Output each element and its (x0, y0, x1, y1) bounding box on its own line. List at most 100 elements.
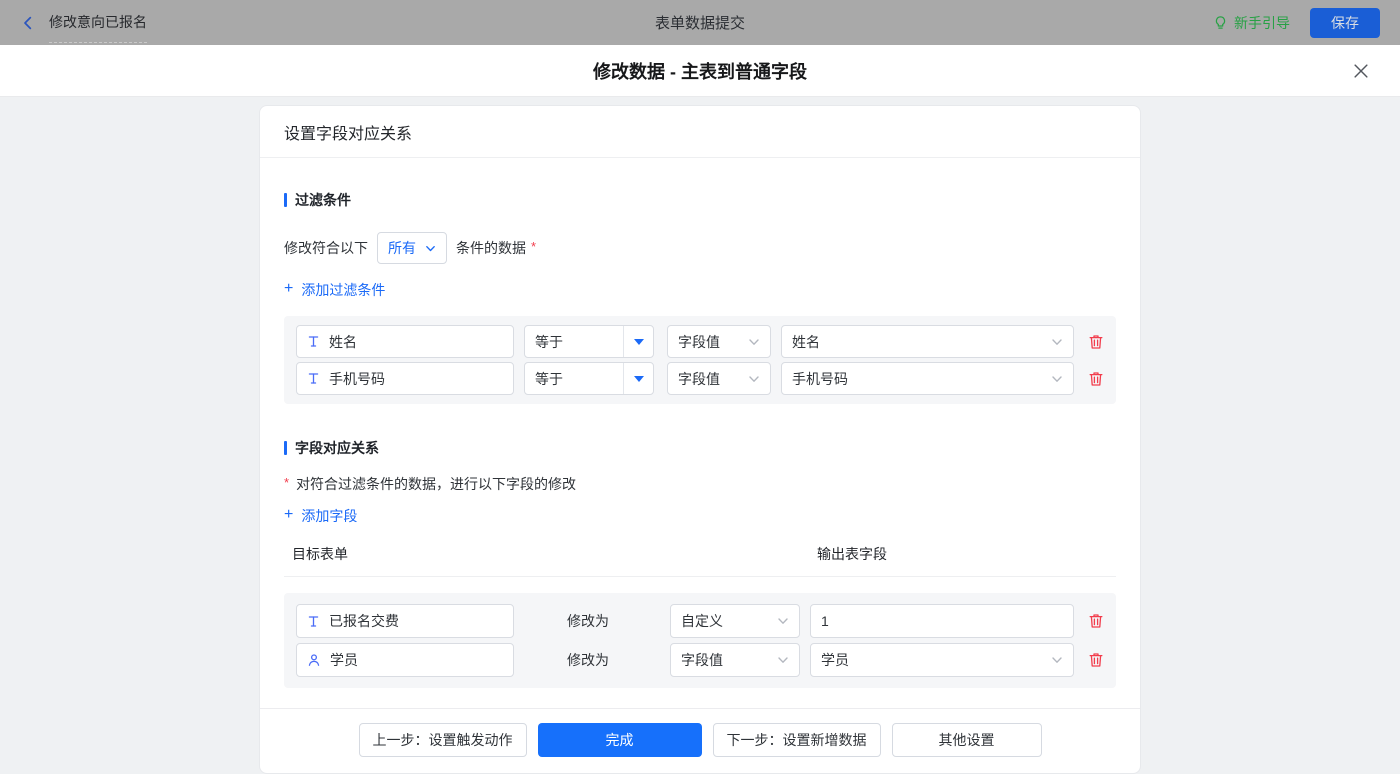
required-asterisk: * (531, 239, 536, 254)
filter-rows-panel: 姓名 等于 字段值 姓名 (284, 316, 1116, 404)
triangle-down-icon (634, 376, 644, 382)
plus-icon: + (284, 507, 293, 523)
beginner-guide-link[interactable]: 新手引导 (1213, 13, 1290, 33)
mapping-section-title: 字段对应关系 (284, 438, 1116, 458)
filter-row: 手机号码 等于 字段值 手机号码 (296, 362, 1104, 395)
workflow-title[interactable]: 修改意向已报名 (49, 12, 147, 43)
filter-valuetype-value: 字段值 (678, 332, 720, 352)
mapping-valuetype-select[interactable]: 自定义 (670, 604, 800, 638)
beginner-guide-label: 新手引导 (1234, 13, 1290, 33)
chevron-down-icon (748, 373, 760, 385)
mapping-rows-panel: 已报名交费 修改为 自定义 (284, 593, 1116, 688)
add-filter-condition-link[interactable]: + 添加过滤条件 (284, 280, 385, 300)
filter-field-input[interactable]: 姓名 (296, 325, 514, 358)
filter-field-input[interactable]: 手机号码 (296, 362, 514, 395)
filter-valuetype-value: 字段值 (678, 369, 720, 389)
filter-operator-value: 等于 (525, 326, 623, 357)
mapping-valuetype-value: 字段值 (681, 650, 723, 670)
mapping-description: 对符合过滤条件的数据，进行以下字段的修改 (296, 474, 576, 494)
filter-valuetype-select[interactable]: 字段值 (667, 325, 771, 358)
modify-data-modal: 修改数据 - 主表到普通字段 设置字段对应关系 过滤条件 修改符合以下 所有 (0, 45, 1400, 755)
match-condition-row: 修改符合以下 所有 条件的数据 * (284, 232, 1116, 264)
match-prefix-label: 修改符合以下 (284, 238, 368, 258)
mapping-field-value: 学员 (330, 650, 358, 670)
filter-field-value: 姓名 (329, 332, 357, 352)
mapping-value-select[interactable]: 学员 (810, 643, 1074, 677)
prev-step-button[interactable]: 上一步：设置触发动作 (359, 723, 527, 757)
filter-operator-select[interactable]: 等于 (524, 362, 654, 395)
section-accent-bar (284, 193, 287, 207)
modal-header: 修改数据 - 主表到普通字段 (0, 45, 1400, 97)
mapping-value: 学员 (821, 650, 849, 670)
chevron-down-icon (777, 654, 789, 666)
mapping-custom-value-input[interactable] (810, 604, 1074, 638)
filter-value: 姓名 (792, 332, 820, 352)
other-settings-button[interactable]: 其他设置 (892, 723, 1042, 757)
filter-section-title: 过滤条件 (284, 190, 1116, 210)
delete-row-button[interactable] (1088, 652, 1104, 668)
mapping-field-input[interactable]: 学员 (296, 643, 514, 677)
filter-field-value: 手机号码 (329, 369, 385, 389)
chevron-down-icon (777, 615, 789, 627)
chevron-down-icon (1051, 654, 1063, 666)
mapping-row: 已报名交费 修改为 自定义 (296, 604, 1104, 638)
card-header: 设置字段对应关系 (260, 106, 1140, 158)
column-target-form: 目标表单 (292, 544, 348, 564)
close-button[interactable] (1348, 58, 1374, 84)
modal-title: 修改数据 - 主表到普通字段 (593, 58, 807, 84)
operator-dropdown-button[interactable] (623, 326, 653, 357)
topbar-actions: 新手引导 保存 (1213, 8, 1380, 38)
mapping-columns-header: 目标表单 输出表字段 (284, 544, 1116, 577)
match-mode-select[interactable]: 所有 (377, 232, 447, 264)
save-button[interactable]: 保存 (1310, 8, 1380, 38)
filter-valuetype-select[interactable]: 字段值 (667, 362, 771, 395)
back-button[interactable] (20, 15, 36, 31)
mapping-row: 学员 修改为 字段值 学员 (296, 643, 1104, 677)
next-step-button[interactable]: 下一步：设置新增数据 (713, 723, 881, 757)
filter-section-label: 过滤条件 (295, 190, 351, 210)
member-field-icon (307, 653, 321, 667)
page-title: 表单数据提交 (655, 12, 745, 33)
top-bar: 修改意向已报名 表单数据提交 新手引导 保存 (0, 0, 1400, 45)
mapping-description-row: * 对符合过滤条件的数据，进行以下字段的修改 (284, 474, 1116, 494)
operator-dropdown-button[interactable] (623, 363, 653, 394)
triangle-down-icon (634, 339, 644, 345)
card-footer: 上一步：设置触发动作 完成 下一步：设置新增数据 其他设置 (260, 708, 1140, 773)
filter-value: 手机号码 (792, 369, 848, 389)
add-field-link[interactable]: + 添加字段 (284, 506, 357, 526)
trash-icon (1088, 375, 1104, 390)
done-button[interactable]: 完成 (538, 723, 702, 757)
match-mode-value: 所有 (388, 238, 416, 258)
section-accent-bar (284, 441, 287, 455)
chevron-down-icon (425, 243, 436, 254)
trash-icon (1088, 617, 1104, 632)
filter-value-select[interactable]: 手机号码 (781, 362, 1074, 395)
mapping-valuetype-select[interactable]: 字段值 (670, 643, 800, 677)
delete-row-button[interactable] (1088, 334, 1104, 350)
add-field-label: 添加字段 (301, 506, 357, 526)
modify-to-label: 修改为 (567, 611, 670, 631)
trash-icon (1088, 338, 1104, 353)
chevron-down-icon (1051, 336, 1063, 348)
close-icon (1352, 68, 1370, 83)
chevron-down-icon (748, 336, 760, 348)
filter-operator-select[interactable]: 等于 (524, 325, 654, 358)
column-output-field: 输出表字段 (817, 544, 887, 564)
match-suffix-label: 条件的数据 (456, 238, 526, 258)
delete-row-button[interactable] (1088, 613, 1104, 629)
plus-icon: + (284, 281, 293, 297)
chevron-left-icon (20, 15, 36, 31)
filter-operator-value: 等于 (525, 363, 623, 394)
mapping-field-input[interactable]: 已报名交费 (296, 604, 514, 638)
filter-value-select[interactable]: 姓名 (781, 325, 1074, 358)
filter-row: 姓名 等于 字段值 姓名 (296, 325, 1104, 358)
mapping-section-label: 字段对应关系 (295, 438, 379, 458)
lightbulb-icon (1213, 15, 1228, 30)
delete-row-button[interactable] (1088, 371, 1104, 387)
mapping-valuetype-value: 自定义 (681, 611, 723, 631)
trash-icon (1088, 656, 1104, 671)
text-field-icon (307, 372, 320, 385)
text-field-icon (307, 615, 320, 628)
modify-to-label: 修改为 (567, 650, 670, 670)
add-filter-condition-label: 添加过滤条件 (301, 280, 385, 300)
